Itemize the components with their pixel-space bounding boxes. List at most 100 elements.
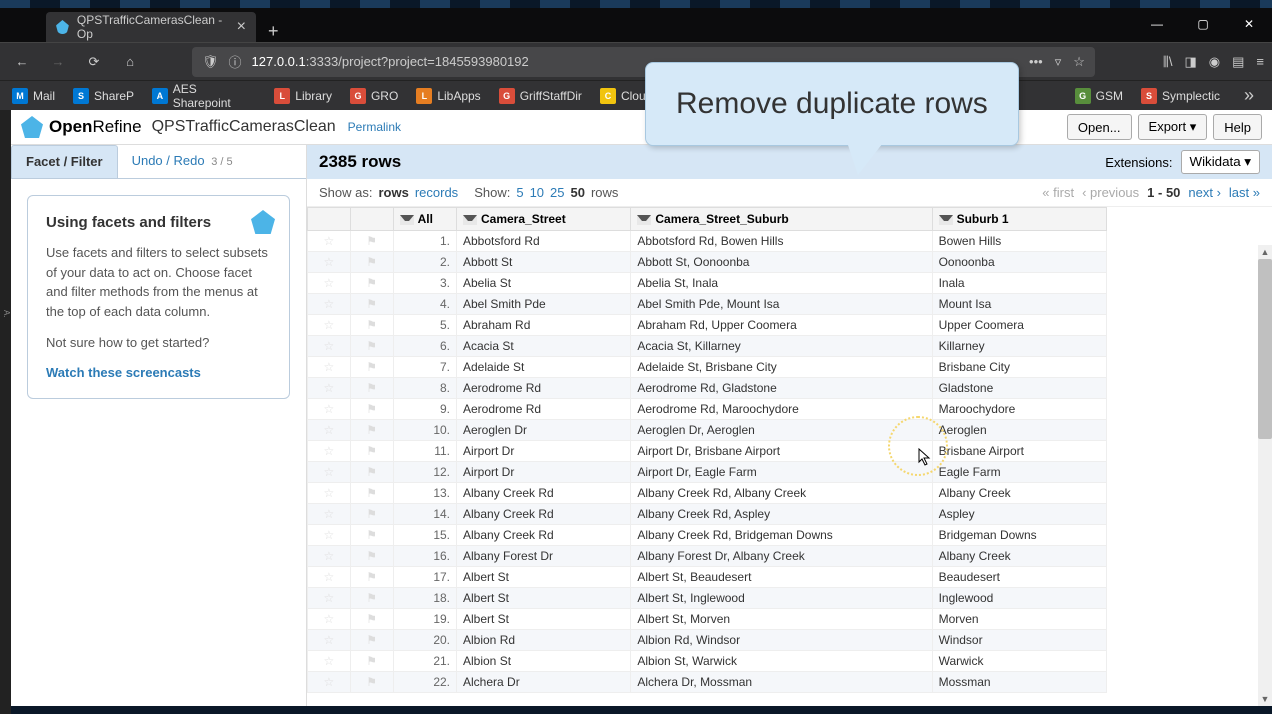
cell-camera-street-suburb[interactable]: Abbotsford Rd, Bowen Hills: [631, 231, 932, 252]
permalink-link[interactable]: Permalink: [348, 120, 401, 134]
cell-camera-street[interactable]: Abbotsford Rd: [457, 231, 631, 252]
star-cell[interactable]: ☆: [308, 462, 351, 483]
bookmark-item[interactable]: AAES Sharepoint: [148, 79, 260, 113]
clipboard-icon[interactable]: ▤: [1232, 54, 1244, 70]
star-icon[interactable]: ☆: [322, 444, 336, 458]
browser-tab[interactable]: QPSTrafficCamerasClean - Op ×: [46, 12, 256, 42]
bookmark-item[interactable]: GGRO: [346, 85, 402, 107]
library-icon[interactable]: ⫼\: [1163, 54, 1173, 70]
facet-filter-tab[interactable]: Facet / Filter: [11, 145, 118, 178]
bookmark-item[interactable]: LLibrary: [270, 85, 336, 107]
flag-icon[interactable]: ⚑: [365, 486, 379, 500]
flag-cell[interactable]: ⚑: [350, 483, 393, 504]
cell-camera-street-suburb[interactable]: Albany Creek Rd, Aspley: [631, 504, 932, 525]
flag-cell[interactable]: ⚑: [350, 546, 393, 567]
flag-cell[interactable]: ⚑: [350, 672, 393, 693]
flag-cell[interactable]: ⚑: [350, 315, 393, 336]
star-cell[interactable]: ☆: [308, 546, 351, 567]
star-icon[interactable]: ☆: [322, 465, 336, 479]
cell-suburb-1[interactable]: Aeroglen: [932, 420, 1106, 441]
star-cell[interactable]: ☆: [308, 336, 351, 357]
star-icon[interactable]: ☆: [322, 612, 336, 626]
star-icon[interactable]: ☆: [322, 633, 336, 647]
new-tab-button[interactable]: +: [256, 21, 291, 42]
star-cell[interactable]: ☆: [308, 504, 351, 525]
dropdown-icon[interactable]: [463, 215, 477, 225]
cell-suburb-1[interactable]: Eagle Farm: [932, 462, 1106, 483]
help-button[interactable]: Help: [1213, 114, 1262, 140]
cell-camera-street-suburb[interactable]: Acacia St, Killarney: [631, 336, 932, 357]
cell-suburb-1[interactable]: Albany Creek: [932, 546, 1106, 567]
cell-camera-street[interactable]: Albany Creek Rd: [457, 483, 631, 504]
cell-suburb-1[interactable]: Bridgeman Downs: [932, 525, 1106, 546]
dropdown-icon[interactable]: [637, 215, 651, 225]
star-cell[interactable]: ☆: [308, 378, 351, 399]
flag-icon[interactable]: ⚑: [365, 507, 379, 521]
bookmark-item[interactable]: GGSM: [1071, 85, 1127, 107]
star-icon[interactable]: ☆: [322, 549, 336, 563]
star-cell[interactable]: ☆: [308, 588, 351, 609]
menu-icon[interactable]: ≡: [1256, 54, 1264, 69]
cell-suburb-1[interactable]: Windsor: [932, 630, 1106, 651]
more-icon[interactable]: •••: [1029, 54, 1043, 70]
cell-camera-street[interactable]: Aeroglen Dr: [457, 420, 631, 441]
cell-camera-street[interactable]: Albert St: [457, 567, 631, 588]
flag-cell[interactable]: ⚑: [350, 609, 393, 630]
cell-camera-street[interactable]: Airport Dr: [457, 441, 631, 462]
flag-icon[interactable]: ⚑: [365, 633, 379, 647]
flag-cell[interactable]: ⚑: [350, 651, 393, 672]
back-button[interactable]: ←: [8, 48, 36, 76]
flag-cell[interactable]: ⚑: [350, 504, 393, 525]
flag-icon[interactable]: ⚑: [365, 339, 379, 353]
pagesize-50[interactable]: 50: [571, 185, 585, 200]
star-icon[interactable]: ☆: [322, 360, 336, 374]
cell-camera-street-suburb[interactable]: Albert St, Inglewood: [631, 588, 932, 609]
cell-camera-street-suburb[interactable]: Aeroglen Dr, Aeroglen: [631, 420, 932, 441]
col-camera-street-suburb[interactable]: Camera_Street_Suburb: [631, 208, 932, 231]
star-cell[interactable]: ☆: [308, 672, 351, 693]
cell-camera-street-suburb[interactable]: Albany Creek Rd, Bridgeman Downs: [631, 525, 932, 546]
cell-suburb-1[interactable]: Inglewood: [932, 588, 1106, 609]
flag-cell[interactable]: ⚑: [350, 420, 393, 441]
star-cell[interactable]: ☆: [308, 609, 351, 630]
flag-icon[interactable]: ⚑: [365, 612, 379, 626]
flag-cell[interactable]: ⚑: [350, 630, 393, 651]
flag-cell[interactable]: ⚑: [350, 441, 393, 462]
star-icon[interactable]: ☆: [322, 423, 336, 437]
dropdown-icon[interactable]: [400, 215, 414, 225]
cell-camera-street[interactable]: Albion Rd: [457, 630, 631, 651]
flag-icon[interactable]: ⚑: [365, 444, 379, 458]
scroll-down-icon[interactable]: ▼: [1258, 692, 1272, 706]
cell-suburb-1[interactable]: Killarney: [932, 336, 1106, 357]
star-icon[interactable]: ☆: [322, 486, 336, 500]
forward-button[interactable]: →: [44, 48, 72, 76]
pocket-icon[interactable]: ▿: [1055, 54, 1062, 70]
cell-suburb-1[interactable]: Mount Isa: [932, 294, 1106, 315]
sidebar-icon[interactable]: ◨: [1184, 54, 1196, 70]
flag-icon[interactable]: ⚑: [365, 423, 379, 437]
col-camera-street[interactable]: Camera_Street: [457, 208, 631, 231]
star-cell[interactable]: ☆: [308, 399, 351, 420]
star-icon[interactable]: ☆: [322, 318, 336, 332]
cell-suburb-1[interactable]: Inala: [932, 273, 1106, 294]
scrollbar-thumb[interactable]: [1258, 259, 1272, 439]
star-cell[interactable]: ☆: [308, 630, 351, 651]
flag-icon[interactable]: ⚑: [365, 570, 379, 584]
star-cell[interactable]: ☆: [308, 273, 351, 294]
pagesize-25[interactable]: 25: [550, 185, 564, 200]
cell-camera-street-suburb[interactable]: Albert St, Morven: [631, 609, 932, 630]
flag-icon[interactable]: ⚑: [365, 465, 379, 479]
flag-icon[interactable]: ⚑: [365, 255, 379, 269]
cell-camera-street[interactable]: Aerodrome Rd: [457, 378, 631, 399]
vertical-scrollbar[interactable]: ▲ ▼: [1258, 245, 1272, 706]
cell-camera-street-suburb[interactable]: Alchera Dr, Mossman: [631, 672, 932, 693]
star-icon[interactable]: ☆: [322, 591, 336, 605]
cell-camera-street[interactable]: Albert St: [457, 609, 631, 630]
cell-camera-street[interactable]: Albany Creek Rd: [457, 504, 631, 525]
cell-camera-street[interactable]: Abelia St: [457, 273, 631, 294]
cell-suburb-1[interactable]: Warwick: [932, 651, 1106, 672]
cell-camera-street-suburb[interactable]: Abelia St, Inala: [631, 273, 932, 294]
cell-camera-street-suburb[interactable]: Adelaide St, Brisbane City: [631, 357, 932, 378]
col-suburb-1[interactable]: Suburb 1: [932, 208, 1106, 231]
star-icon[interactable]: ☆: [322, 654, 336, 668]
